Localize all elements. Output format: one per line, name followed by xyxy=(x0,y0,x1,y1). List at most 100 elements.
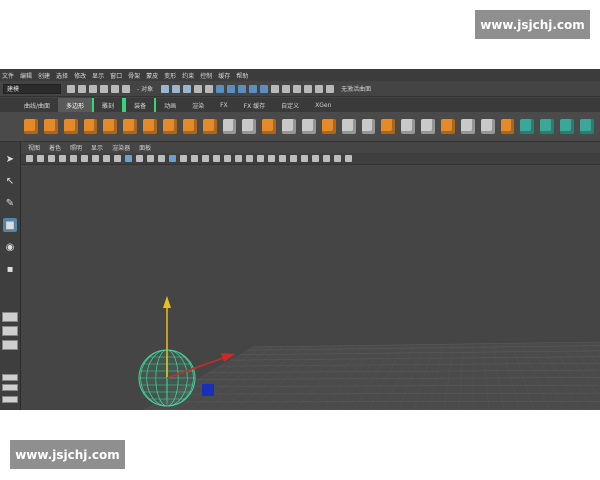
select-hierarchy-icon[interactable] xyxy=(122,84,130,93)
paint-select-tool-icon[interactable]: ✎ xyxy=(3,196,17,210)
wireframe-icon[interactable] xyxy=(147,155,154,162)
render-settings-icon[interactable] xyxy=(326,84,335,93)
tab-rigging[interactable]: 装备 xyxy=(124,98,157,112)
viewport2-icon[interactable] xyxy=(323,155,330,162)
planar-map-icon[interactable] xyxy=(520,119,535,134)
tab-sculpting[interactable]: 雕刻 xyxy=(92,98,125,112)
menu-display[interactable]: 显示 xyxy=(92,71,104,80)
bridge-icon[interactable] xyxy=(302,119,316,134)
open-scene-icon[interactable] xyxy=(78,84,86,93)
panel-menu-view[interactable]: 视图 xyxy=(28,143,40,152)
connect-icon[interactable] xyxy=(441,119,455,134)
select-by-handle-icon[interactable] xyxy=(161,84,170,93)
poly-sphere-icon[interactable] xyxy=(24,119,38,134)
insert-loop-icon[interactable] xyxy=(460,119,475,134)
snap-grid-icon[interactable] xyxy=(216,84,225,93)
menu-skeleton[interactable]: 骨架 xyxy=(128,71,140,80)
panel-menu-lighting[interactable]: 照明 xyxy=(70,143,82,152)
persp-outliner-layout-button[interactable] xyxy=(2,340,18,350)
menu-edit[interactable]: 编辑 xyxy=(20,71,32,80)
mirror-icon[interactable] xyxy=(361,119,376,134)
history-icon[interactable] xyxy=(293,84,302,93)
color-management-icon[interactable] xyxy=(312,155,319,162)
output-ops-icon[interactable] xyxy=(282,84,291,93)
film-gate-icon[interactable] xyxy=(81,155,88,162)
extract-icon[interactable] xyxy=(262,119,277,134)
four-view-layout-button[interactable] xyxy=(2,326,18,336)
menu-windows[interactable]: 窗口 xyxy=(110,71,122,80)
camera-select-icon[interactable] xyxy=(26,155,33,162)
uv-icon[interactable] xyxy=(381,119,396,134)
snap-point-icon[interactable] xyxy=(238,84,247,93)
menu-select[interactable]: 选择 xyxy=(56,71,68,80)
target-weld-icon[interactable] xyxy=(421,119,436,134)
auto-map-icon[interactable] xyxy=(540,119,555,134)
menu-constrain[interactable]: 约束 xyxy=(182,71,194,80)
field-chart-icon[interactable] xyxy=(114,155,121,162)
xray-joints-icon[interactable] xyxy=(268,155,275,162)
lights-icon[interactable] xyxy=(191,155,198,162)
camera-lock-icon[interactable] xyxy=(345,155,352,162)
gamma-icon[interactable] xyxy=(290,155,297,162)
multicut-icon[interactable] xyxy=(401,119,416,134)
tab-custom[interactable]: 自定义 xyxy=(273,98,307,112)
tab-polygons[interactable]: 多边形 xyxy=(58,98,93,112)
hypershade-layout-button[interactable] xyxy=(2,396,18,403)
graph-layout-button[interactable] xyxy=(2,384,18,391)
extrude-icon[interactable] xyxy=(321,119,336,134)
fill-hole-icon[interactable] xyxy=(500,119,515,134)
wireframe-on-shaded-icon[interactable] xyxy=(169,155,176,162)
panel-menu-panels[interactable]: 面板 xyxy=(139,143,151,152)
undo-icon[interactable] xyxy=(100,84,108,93)
move-manipulator-z-handle[interactable] xyxy=(202,384,214,396)
perspective-viewport[interactable]: 视图 着色 照明 显示 渲染器 面板 xyxy=(21,142,600,410)
menu-control[interactable]: 控制 xyxy=(200,71,212,80)
move-tool-icon[interactable]: ■ xyxy=(3,218,17,232)
redo-icon[interactable] xyxy=(111,84,119,93)
menu-help[interactable]: 帮助 xyxy=(236,71,248,80)
bookmark-icon[interactable] xyxy=(48,155,55,162)
smooth-shade-icon[interactable] xyxy=(158,155,165,162)
separate-icon[interactable] xyxy=(222,119,237,134)
tab-xgen[interactable]: XGen xyxy=(307,98,339,112)
lasso-tool-icon[interactable]: ↖ xyxy=(3,174,17,188)
shadows-icon[interactable] xyxy=(202,155,209,162)
scale-tool-icon[interactable]: ▪ xyxy=(3,262,17,276)
ipr-render-icon[interactable] xyxy=(315,84,324,93)
xray-icon[interactable] xyxy=(257,155,264,162)
panel-menu-shading[interactable]: 着色 xyxy=(49,143,61,152)
menu-modify[interactable]: 修改 xyxy=(74,71,86,80)
tab-fx-caching[interactable]: FX 缓存 xyxy=(236,98,273,112)
combine-icon[interactable] xyxy=(202,119,217,134)
cylindrical-map-icon[interactable] xyxy=(560,119,575,134)
single-view-layout-button[interactable] xyxy=(2,312,18,322)
screen-ao-icon[interactable] xyxy=(213,155,220,162)
panel-menu-renderer[interactable]: 渲染器 xyxy=(112,143,130,152)
input-ops-icon[interactable] xyxy=(271,84,280,93)
tab-animation[interactable]: 动画 xyxy=(156,98,184,112)
offset-loop-icon[interactable] xyxy=(480,119,495,134)
highlight-selection-icon[interactable] xyxy=(205,84,214,93)
antialias-icon[interactable] xyxy=(235,155,242,162)
lock-selection-icon[interactable] xyxy=(194,84,203,93)
isolate-select-icon[interactable] xyxy=(246,155,253,162)
rotate-tool-icon[interactable]: ◉ xyxy=(3,240,17,254)
y-axis-arrow-icon[interactable] xyxy=(163,296,171,308)
poly-cube-icon[interactable] xyxy=(43,119,58,134)
panel-menu-show[interactable]: 显示 xyxy=(91,143,103,152)
object-mode-label[interactable]: - 对象 xyxy=(137,84,153,93)
save-scene-icon[interactable] xyxy=(89,84,97,93)
bool-icon[interactable] xyxy=(341,119,356,134)
textured-icon[interactable] xyxy=(180,155,187,162)
snap-view-plane-icon[interactable] xyxy=(249,84,258,93)
outliner-layout-button[interactable] xyxy=(2,374,18,381)
bevel-icon[interactable] xyxy=(282,119,297,134)
select-by-curve-icon[interactable] xyxy=(183,84,192,93)
spherical-map-icon[interactable] xyxy=(580,119,594,134)
snap-curve-icon[interactable] xyxy=(227,84,236,93)
safe-title-icon[interactable] xyxy=(136,155,143,162)
menu-cache[interactable]: 缓存 xyxy=(218,71,230,80)
poly-cylinder-icon[interactable] xyxy=(63,119,78,134)
menu-file[interactable]: 文件 xyxy=(2,71,14,80)
resolution-gate-icon[interactable] xyxy=(92,155,99,162)
